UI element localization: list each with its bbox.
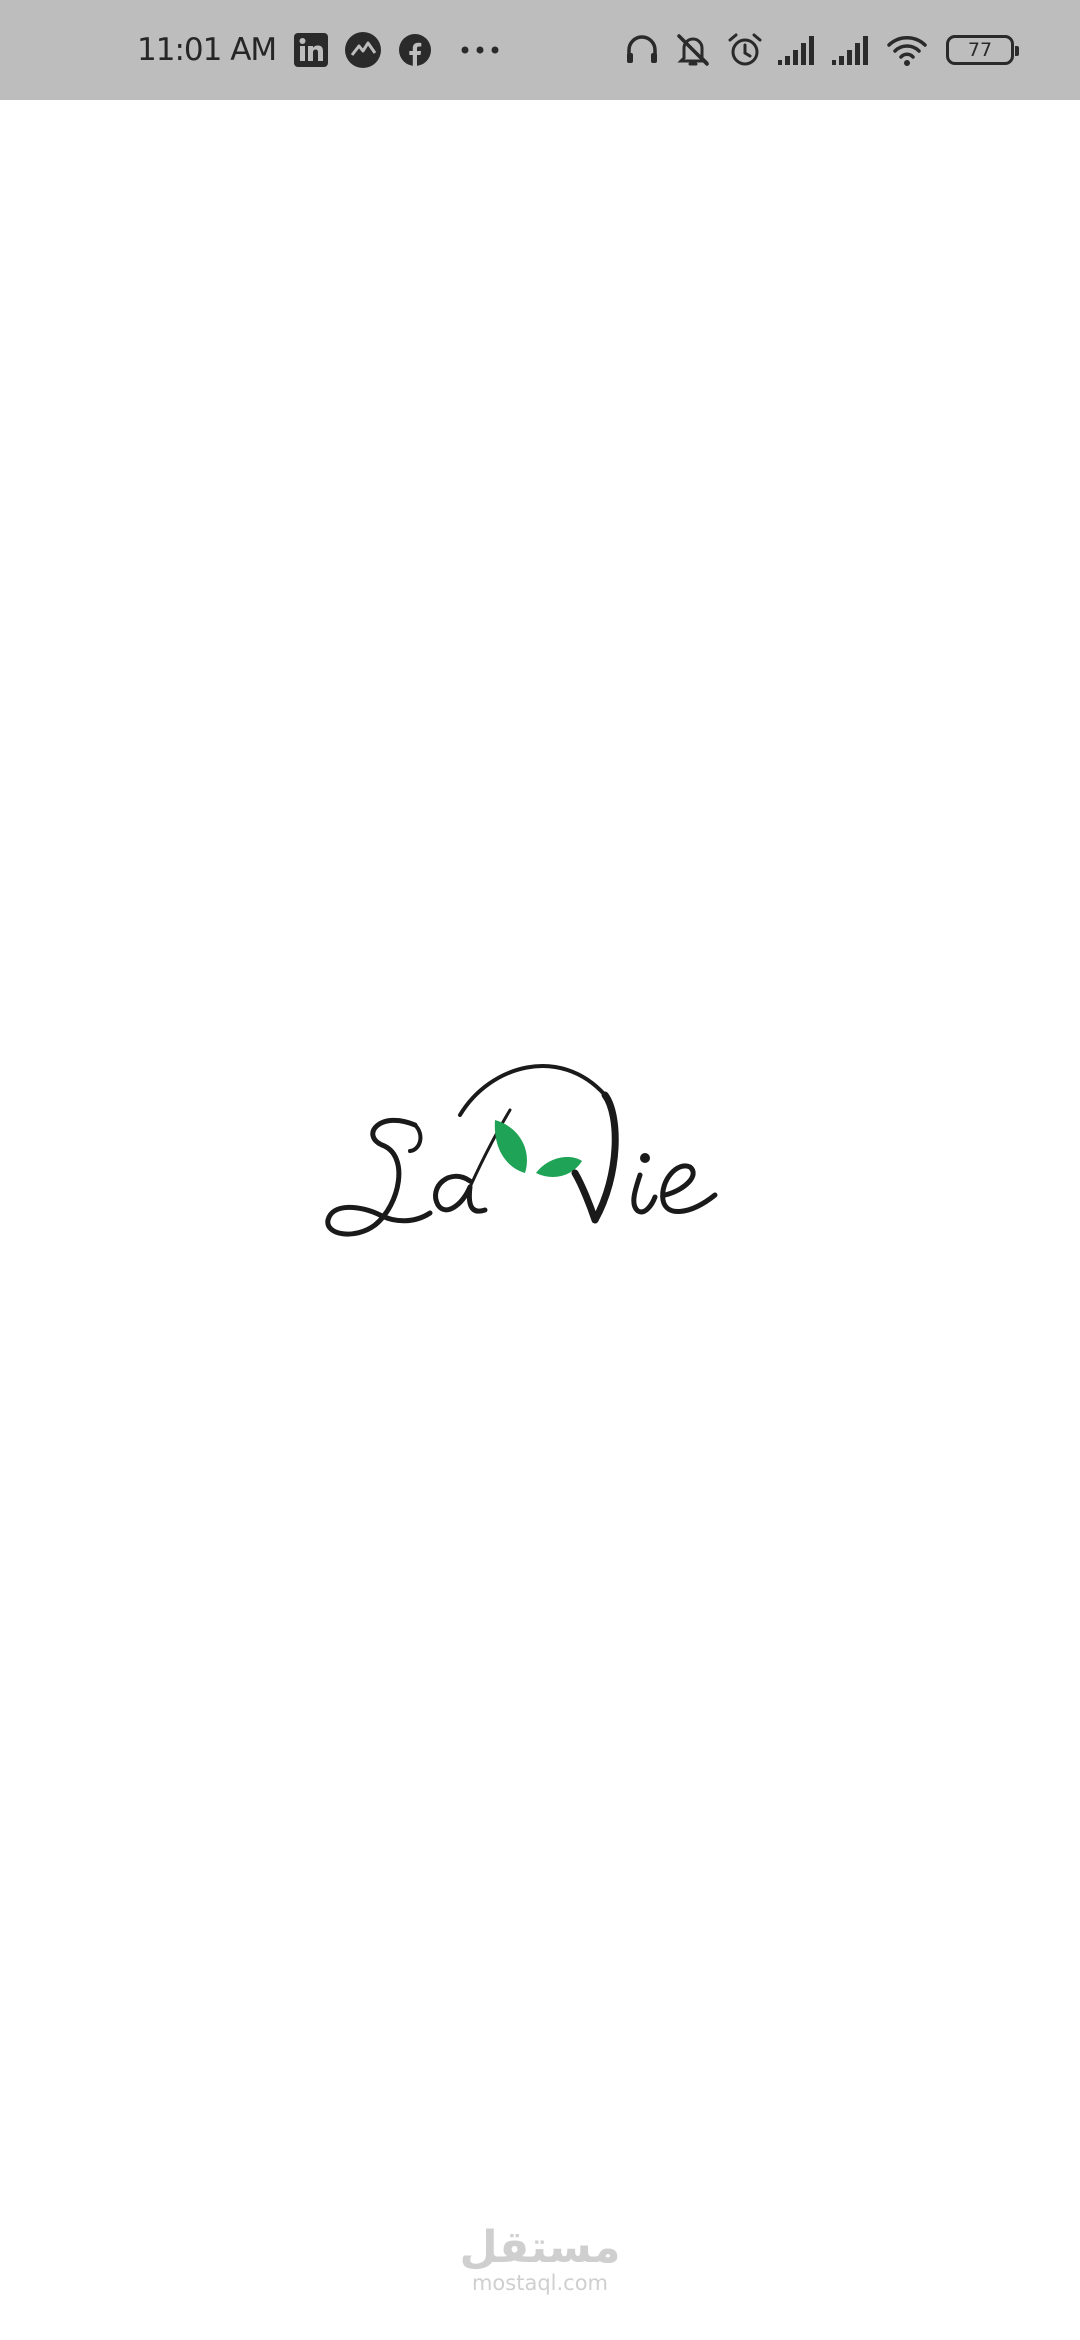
signal-sim2-icon (832, 34, 872, 66)
app-notification-icon (344, 31, 382, 69)
alarm-icon (726, 31, 764, 69)
headphones-icon (624, 32, 660, 68)
watermark-arabic: مستقل (459, 2222, 621, 2273)
watermark: مستقل mostaql.com (0, 2222, 1080, 2296)
la-vie-logo (320, 1055, 760, 1255)
watermark-url: mostaql.com (471, 2271, 609, 2295)
more-notifications-icon (460, 45, 500, 55)
notifications-muted-icon (674, 31, 712, 69)
linkedin-icon (294, 33, 329, 67)
status-time: 11:01 AM (137, 32, 277, 68)
facebook-icon (398, 33, 432, 67)
status-right: 77 (610, 0, 1019, 100)
signal-sim1-icon (778, 34, 818, 66)
wifi-icon (886, 33, 928, 67)
status-bar: 11:01 AM 77 (0, 0, 1080, 100)
battery-level: 77 (967, 38, 993, 61)
battery-icon: 77 (946, 35, 1019, 65)
left-leaf-icon (494, 1120, 527, 1173)
status-left: 11:01 AM (137, 0, 500, 100)
